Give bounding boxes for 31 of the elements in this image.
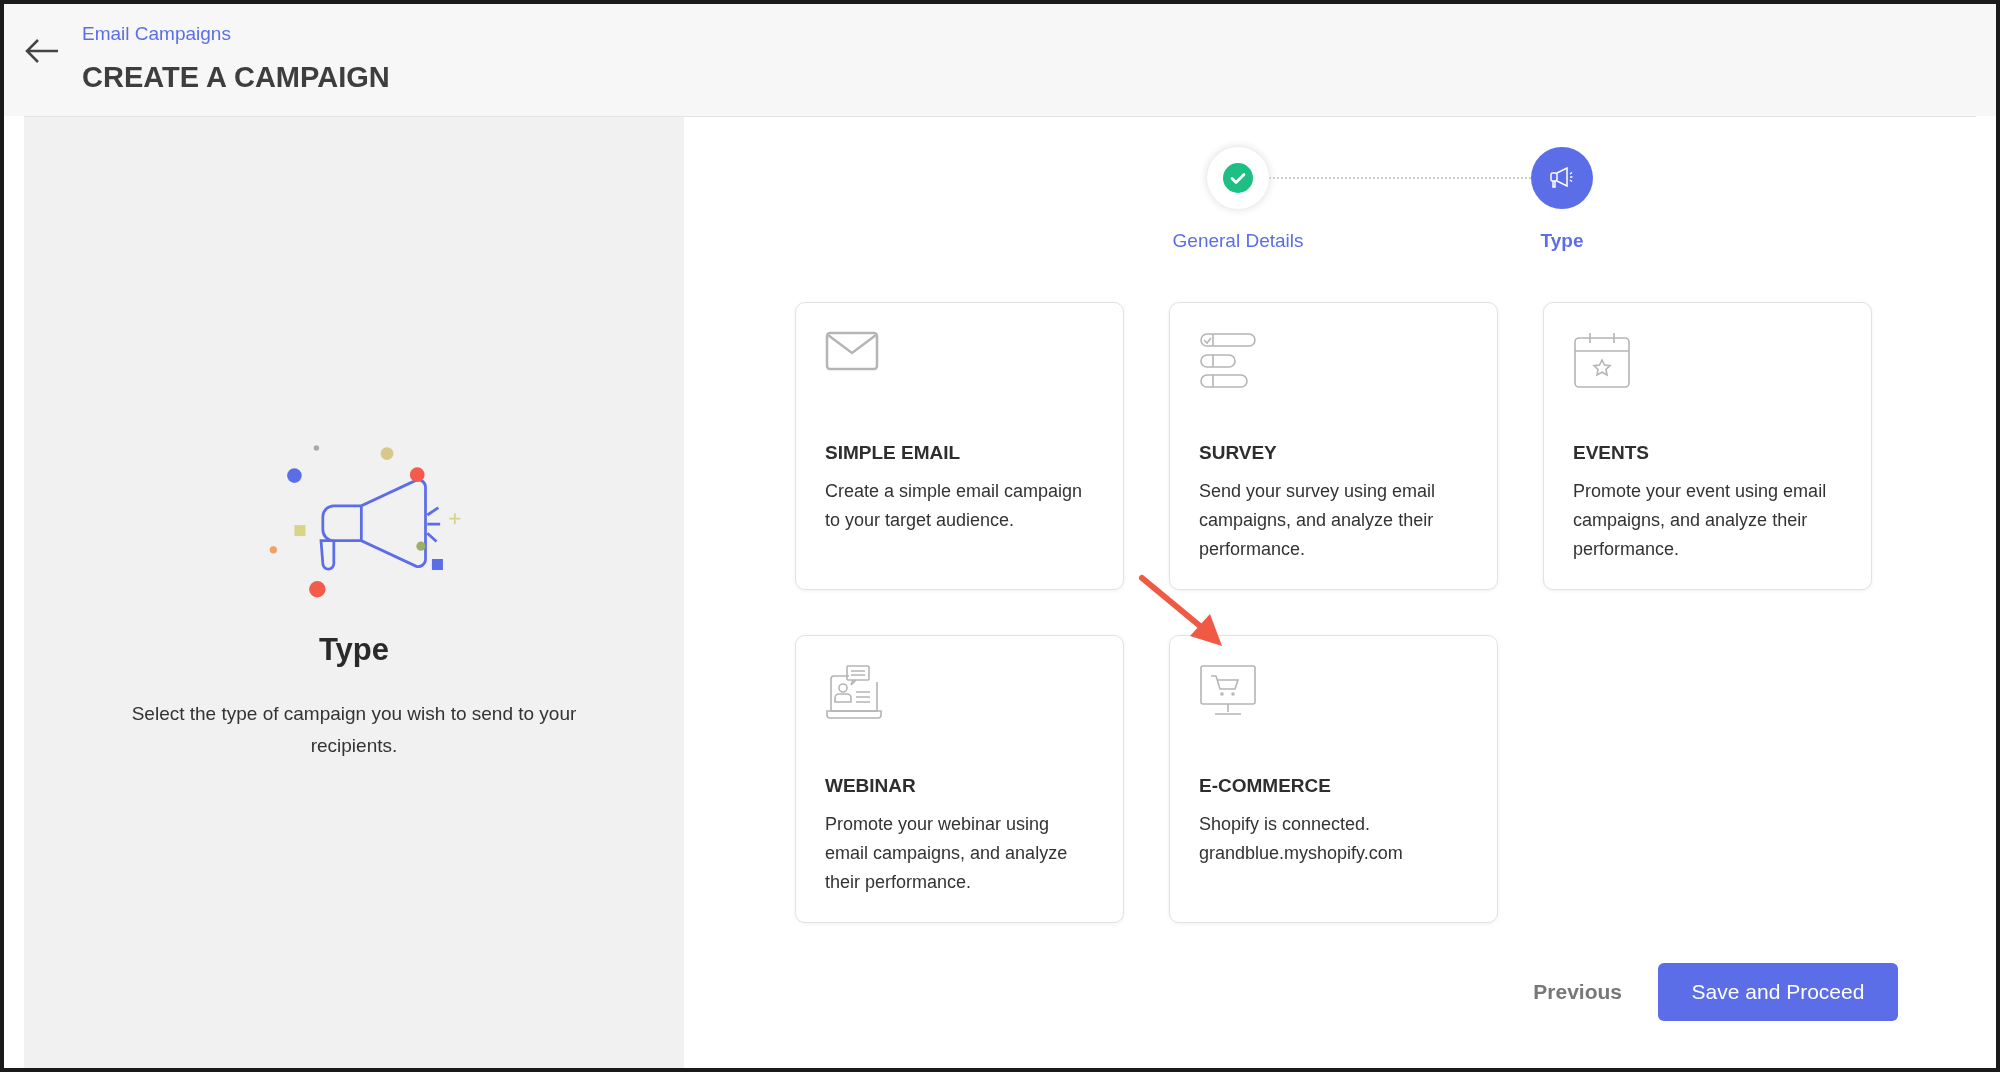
calendar-star-icon <box>1573 330 1631 389</box>
campaign-type-card[interactable]: EVENTS Promote your event using email campaigns, and analyze their performance. <box>1543 301 1872 590</box>
campaign-type-card[interactable]: SURVEY Send your survey using email campaigns, and analyze their performance. <box>1169 301 1498 590</box>
envelope-icon <box>825 330 879 371</box>
monitor-cart-icon <box>1199 663 1257 716</box>
card-title: EVENTS <box>1573 440 1651 465</box>
card-title: SIMPLE EMAIL <box>825 440 962 465</box>
campaign-type-card[interactable]: E-COMMERCE Shopify is connected. grandblue.myshopify.com <box>1169 634 1498 923</box>
step-label: Type <box>1540 229 1584 253</box>
card-description: Promote your webinar using email campaigns, and analyze their performance. <box>825 813 1069 894</box>
check-circle-icon <box>1223 163 1253 193</box>
card-description: Send your survey using email campaigns, and analyze their performance. <box>1199 480 1437 561</box>
card-title: SURVEY <box>1199 440 1278 465</box>
checklist-icon <box>1199 330 1257 391</box>
card-description: Create a simple email campaign to your target audience. <box>825 480 1084 532</box>
back-arrow-icon[interactable] <box>24 38 60 64</box>
breadcrumb-link[interactable]: Email Campaigns <box>82 24 390 43</box>
card-description: Shopify is connected. grandblue.myshopify.com <box>1199 813 1404 865</box>
card-title: WEBINAR <box>825 773 917 798</box>
side-panel-description: Select the type of campaign you wish to send to your recipients. <box>130 701 578 758</box>
campaign-type-card[interactable]: SIMPLE EMAIL Create a simple email campaign to your target audience. <box>795 301 1124 590</box>
save-and-proceed-button[interactable]: Save and Proceed <box>1658 962 1898 1021</box>
page-title: CREATE A CAMPAIGN <box>82 63 390 92</box>
megaphone-icon <box>1549 166 1575 190</box>
side-panel-title: Type <box>318 631 390 669</box>
laptop-presenter-icon <box>825 663 883 722</box>
step-label: General Details <box>1172 229 1304 253</box>
card-description: Promote your event using email campaigns, and analyze their performance. <box>1573 480 1828 561</box>
card-title: E-COMMERCE <box>1199 773 1332 798</box>
previous-button[interactable]: Previous <box>1525 967 1630 1016</box>
campaign-type-card[interactable]: WEBINAR Promote your webinar using email campaigns, and analyze their performance. <box>795 634 1124 923</box>
